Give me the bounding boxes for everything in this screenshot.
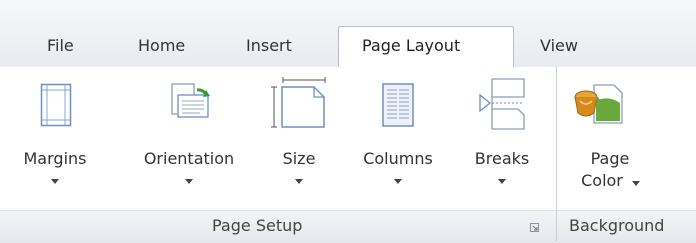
page-color-label-line1: Page — [590, 149, 630, 168]
page-setup-group-label: Page Setup — [212, 216, 303, 235]
background-group-label: Background — [569, 216, 665, 235]
columns-button[interactable]: Columns — [346, 67, 450, 207]
columns-label: Columns — [363, 149, 433, 168]
paint-bucket-icon — [574, 84, 623, 124]
margins-icon — [40, 83, 72, 127]
size-button[interactable]: Size — [264, 67, 334, 207]
tab-page-layout[interactable]: Page Layout — [338, 26, 514, 69]
tab-home[interactable]: Home — [138, 36, 185, 58]
orientation-label: Orientation — [143, 149, 235, 168]
page-setup-group-footer: Page Setup — [0, 210, 556, 243]
breaks-label: Breaks — [474, 149, 530, 168]
margins-button[interactable]: Margins — [0, 67, 110, 207]
columns-dropdown-arrow — [394, 179, 402, 184]
tab-view[interactable]: View — [540, 36, 578, 58]
breaks-icon — [479, 78, 525, 130]
orientation-icon — [171, 83, 210, 118]
dialog-launcher-icon[interactable] — [530, 223, 539, 232]
tab-insert[interactable]: Insert — [246, 36, 292, 58]
columns-icon — [382, 83, 414, 127]
orientation-button[interactable]: Orientation — [126, 67, 252, 207]
ribbon-tab-bar: File Home Insert Page Layout View — [0, 0, 696, 69]
ribbon-panel: Margins Orientation Size Columns Breaks … — [0, 67, 696, 243]
page-color-dropdown-arrow — [632, 181, 640, 186]
margins-dropdown-arrow — [51, 179, 59, 184]
page-color-button[interactable]: Page Color — [560, 67, 660, 207]
orientation-dropdown-arrow — [185, 179, 193, 184]
tab-page-layout-label: Page Layout — [362, 36, 461, 55]
size-icon — [271, 77, 326, 128]
size-label: Size — [282, 149, 316, 168]
breaks-dropdown-arrow — [498, 179, 506, 184]
breaks-button[interactable]: Breaks — [460, 67, 544, 207]
background-group-footer: Background — [557, 210, 696, 243]
margins-label: Margins — [23, 149, 87, 168]
tab-file[interactable]: File — [47, 36, 74, 58]
size-dropdown-arrow — [295, 179, 303, 184]
